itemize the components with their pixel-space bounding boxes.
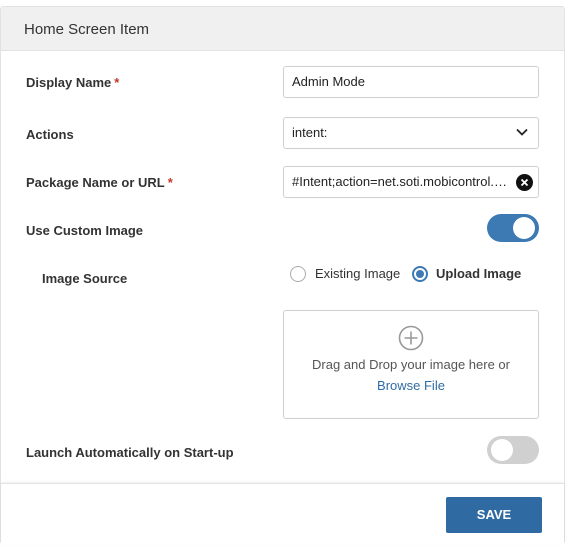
image-source-radio-group: Existing Image Upload Image bbox=[290, 266, 540, 284]
upload-image-label[interactable]: Upload Image bbox=[436, 266, 521, 281]
existing-image-radio[interactable] bbox=[290, 266, 306, 282]
dialog-title: Home Screen Item bbox=[24, 21, 150, 38]
required-mark: * bbox=[114, 75, 120, 90]
clear-icon[interactable] bbox=[516, 174, 533, 191]
actions-label: Actions bbox=[26, 127, 74, 142]
chevron-down-icon bbox=[516, 128, 528, 136]
launch-automatically-label: Launch Automatically on Start-up bbox=[26, 445, 234, 460]
package-value: #Intent;action=net.soti.mobicontrol.admi… bbox=[292, 174, 514, 189]
display-name-label: Display Name * bbox=[26, 75, 119, 90]
actions-select[interactable]: intent: bbox=[283, 117, 539, 149]
use-custom-image-label: Use Custom Image bbox=[26, 223, 144, 238]
toggle-knob bbox=[491, 439, 513, 461]
home-screen-item-dialog: Home Screen Item Display Name * Admin Mod… bbox=[0, 6, 565, 545]
image-source-label: Image Source bbox=[42, 271, 128, 286]
existing-image-label[interactable]: Existing Image bbox=[315, 266, 400, 281]
actions-value: intent: bbox=[292, 125, 328, 140]
toggle-knob bbox=[513, 217, 535, 239]
dropzone-text: Drag and Drop your image here or bbox=[312, 357, 510, 372]
display-name-label-text: Display Name bbox=[26, 75, 112, 90]
display-name-value: Admin Mode bbox=[292, 74, 365, 89]
required-mark: * bbox=[167, 175, 173, 190]
package-label: Package Name or URL * bbox=[26, 175, 173, 190]
display-name-input[interactable]: Admin Mode bbox=[283, 66, 539, 98]
dialog-footer: SAVE bbox=[1, 483, 564, 545]
package-input[interactable]: #Intent;action=net.soti.mobicontrol.admi… bbox=[283, 166, 539, 198]
browse-file-link[interactable]: Browse File bbox=[284, 378, 538, 393]
package-label-text: Package Name or URL bbox=[26, 175, 165, 190]
upload-image-radio[interactable] bbox=[412, 266, 428, 282]
add-circle-icon bbox=[398, 325, 424, 351]
use-custom-image-toggle[interactable] bbox=[487, 214, 539, 242]
image-dropzone[interactable]: Drag and Drop your image here or Browse … bbox=[283, 310, 539, 419]
dialog-header: Home Screen Item bbox=[1, 7, 564, 51]
save-button[interactable]: SAVE bbox=[446, 497, 542, 533]
launch-automatically-toggle[interactable] bbox=[487, 436, 539, 464]
